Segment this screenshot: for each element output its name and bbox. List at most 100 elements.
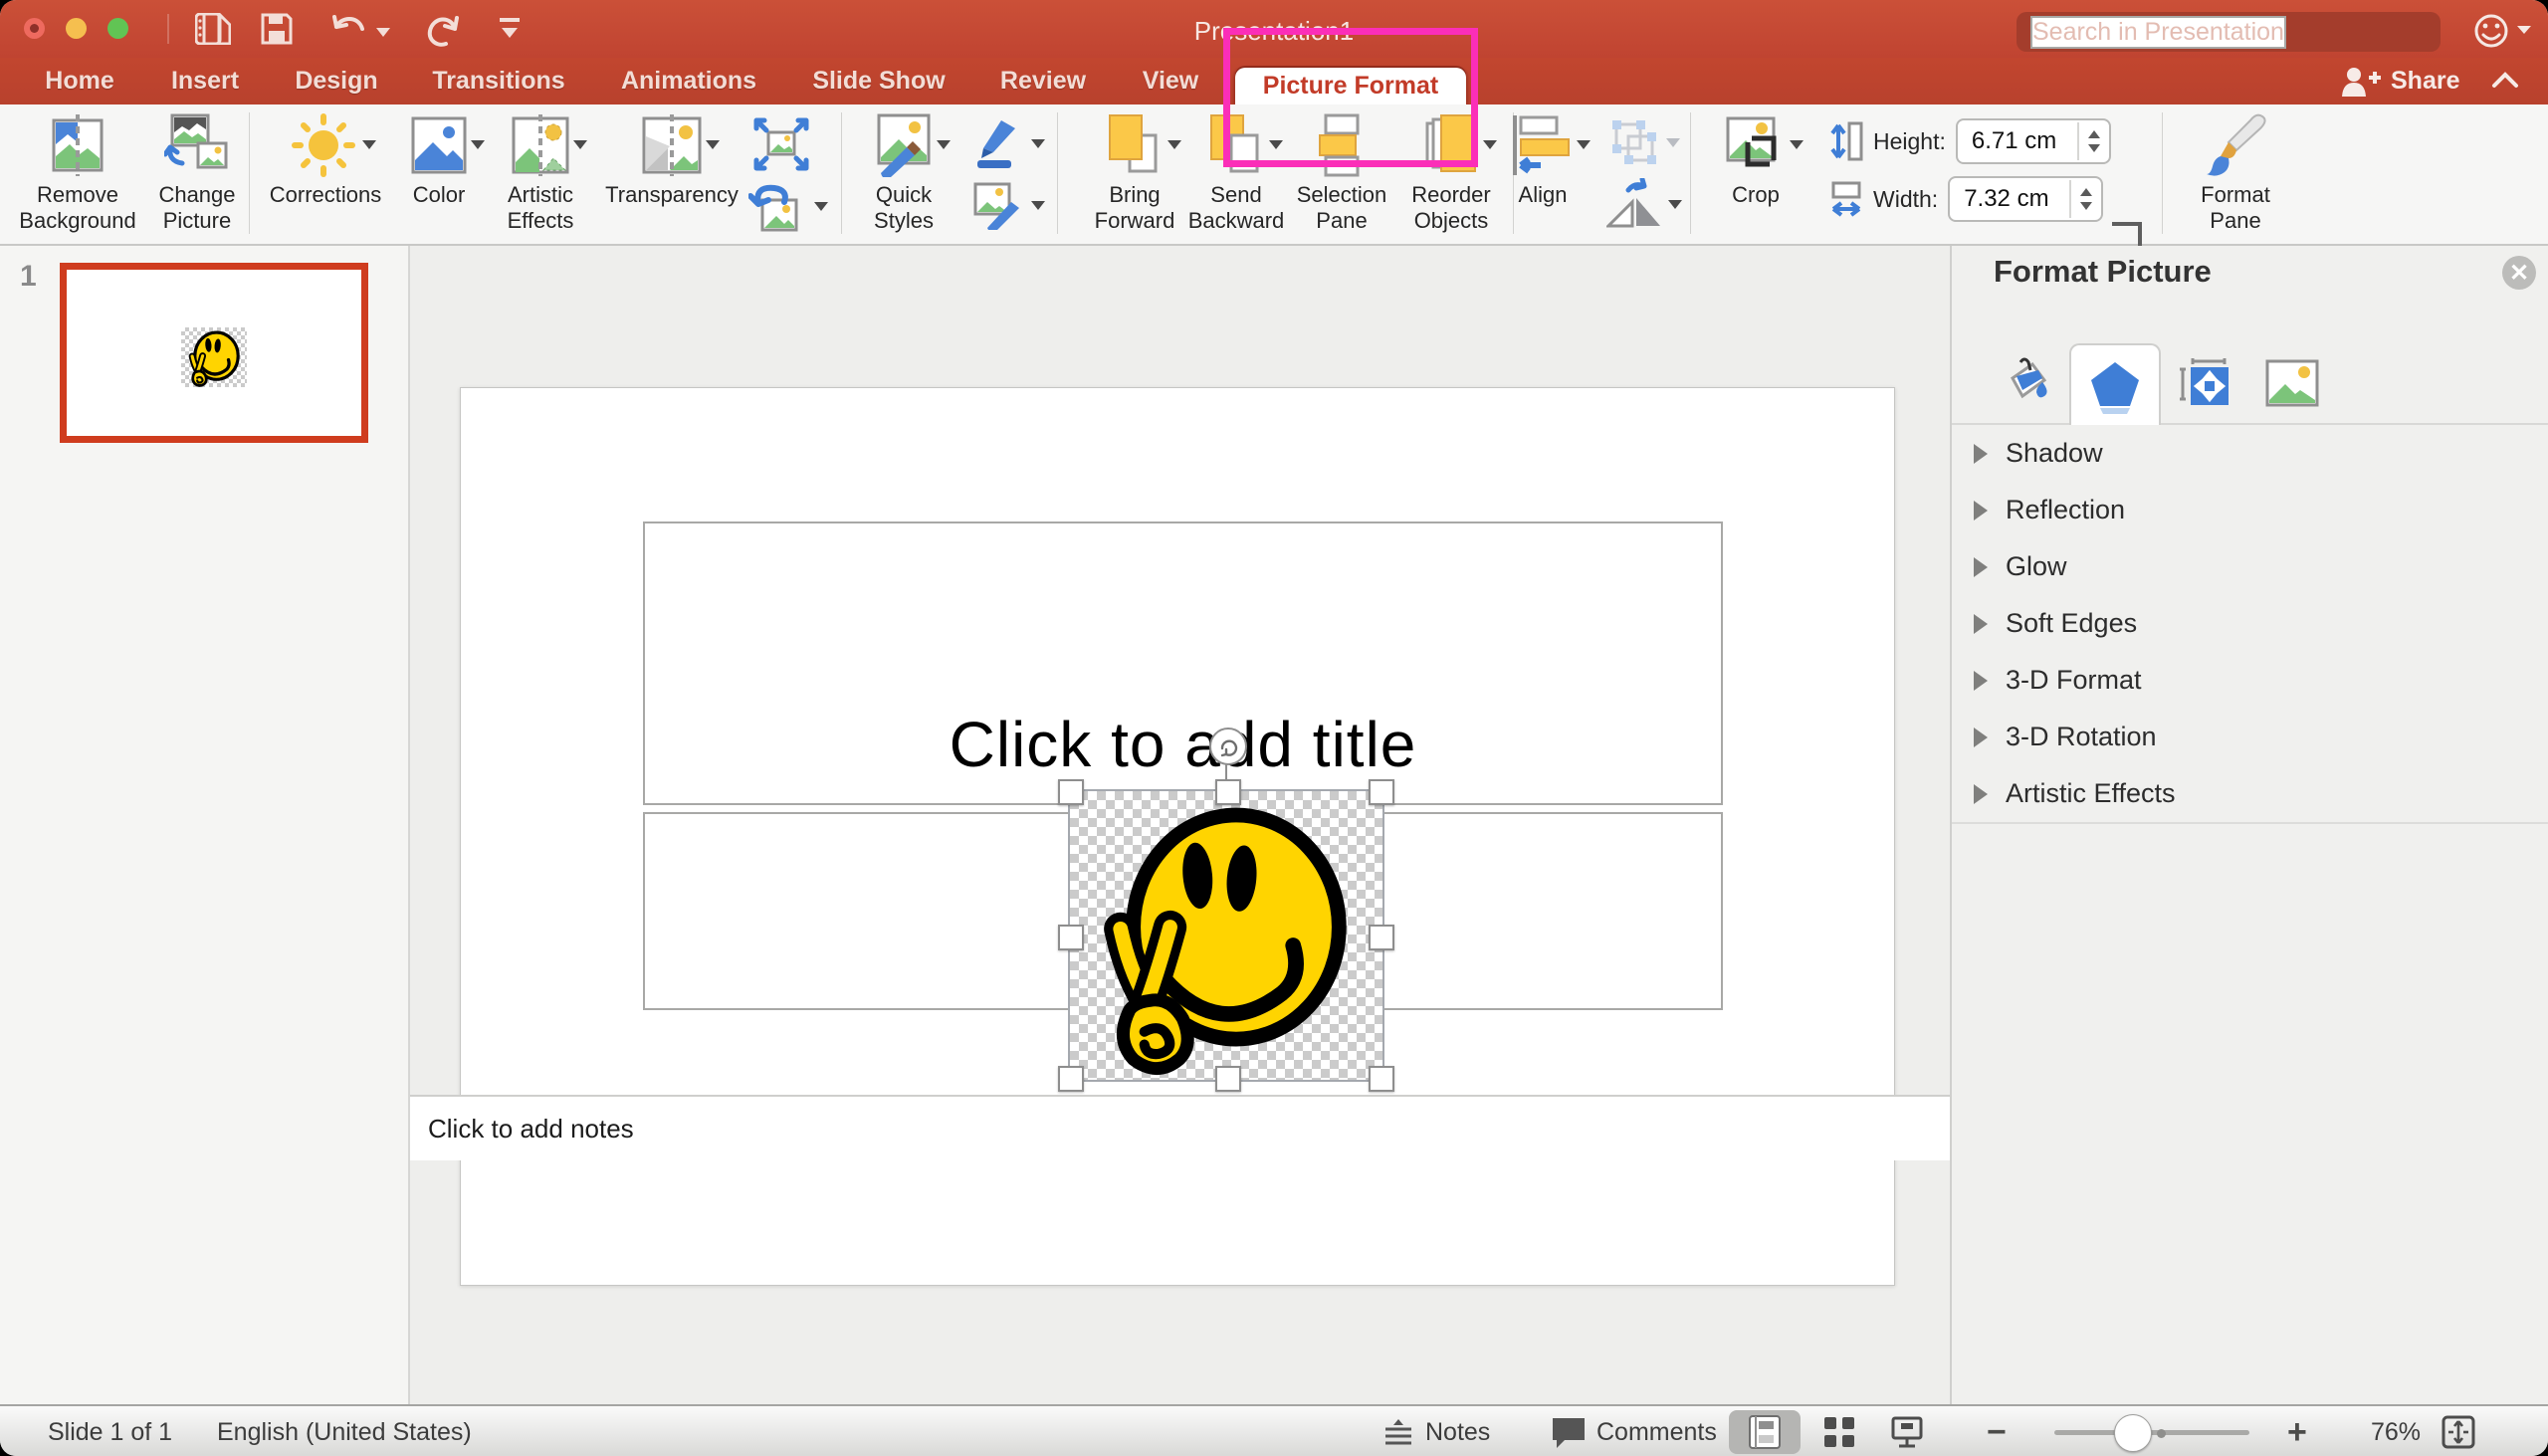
- size-properties-tab[interactable]: [2161, 343, 2248, 423]
- transparency-dropdown-icon[interactable]: [706, 140, 720, 149]
- tab-home[interactable]: Home: [40, 58, 119, 104]
- format-pane-button[interactable]: Format Pane: [2186, 110, 2285, 234]
- width-stepper[interactable]: [2069, 180, 2101, 218]
- width-value[interactable]: 7.32 cm: [1950, 185, 2069, 213]
- notes-toggle-button[interactable]: Notes: [1381, 1406, 1490, 1456]
- corrections-dropdown-icon[interactable]: [362, 140, 376, 149]
- artistic-effects-dropdown-icon[interactable]: [573, 140, 587, 149]
- reset-picture-dropdown-icon[interactable]: [814, 202, 828, 211]
- picture-border-dropdown-icon[interactable]: [1031, 139, 1045, 148]
- artistic-effects-button[interactable]: Artistic Effects: [486, 110, 595, 234]
- rotation-handle[interactable]: [1209, 728, 1247, 765]
- zoom-slider-knob[interactable]: [2114, 1414, 2152, 1452]
- collapse-ribbon-icon[interactable]: [2490, 70, 2520, 97]
- align-dropdown-icon[interactable]: [1577, 140, 1591, 149]
- toggle-sidebar-icon[interactable]: [195, 13, 231, 50]
- undo-dropdown-icon[interactable]: [376, 24, 390, 42]
- picture-border-button[interactable]: [971, 118, 1045, 168]
- language-indicator[interactable]: English (United States): [217, 1406, 472, 1456]
- bring-forward-dropdown-icon[interactable]: [1168, 140, 1181, 149]
- tab-review[interactable]: Review: [999, 58, 1087, 104]
- section-3d-format[interactable]: 3-D Format: [1952, 652, 2548, 711]
- fill-line-tab[interactable]: [1982, 343, 2069, 423]
- section-soft-edges[interactable]: Soft Edges: [1952, 595, 2548, 654]
- resize-handle-nw[interactable]: [1058, 779, 1084, 805]
- picture-tab[interactable]: [2248, 343, 2336, 423]
- corrections-button[interactable]: Corrections: [261, 110, 390, 208]
- quick-styles-button[interactable]: Quick Styles: [846, 110, 961, 234]
- width-field[interactable]: 7.32 cm: [1948, 176, 2103, 222]
- transparency-button[interactable]: Transparency: [599, 110, 744, 208]
- search-field[interactable]: Search in Presentation: [2017, 12, 2441, 52]
- picture-effects-dropdown-icon[interactable]: [1031, 201, 1045, 210]
- save-icon[interactable]: [261, 13, 293, 50]
- toolbar-more-icon[interactable]: [496, 16, 524, 47]
- tab-animations[interactable]: Animations: [613, 58, 764, 104]
- picture-effects-button[interactable]: [971, 180, 1045, 230]
- tab-slide-show[interactable]: Slide Show: [812, 58, 946, 104]
- rotate-objects-dropdown-icon[interactable]: [1668, 200, 1682, 209]
- reorder-objects-button[interactable]: Reorder Objects: [1401, 110, 1501, 234]
- rotate-objects-button[interactable]: [1606, 178, 1682, 230]
- height-field[interactable]: 6.71 cm: [1956, 118, 2111, 164]
- remove-background-button[interactable]: Remove Background: [8, 110, 147, 234]
- zoom-level[interactable]: 76%: [2371, 1406, 2421, 1456]
- maximize-window-button[interactable]: [107, 18, 128, 39]
- section-shadow[interactable]: Shadow: [1952, 425, 2548, 484]
- section-reflection[interactable]: Reflection: [1952, 482, 2548, 540]
- height-value[interactable]: 6.71 cm: [1958, 127, 2077, 155]
- notes-pane[interactable]: Click to add notes: [410, 1095, 1950, 1160]
- resize-handle-se[interactable]: [1369, 1066, 1394, 1092]
- selection-pane-button[interactable]: Selection Pane: [1286, 110, 1397, 234]
- crop-button[interactable]: Crop: [1708, 110, 1804, 208]
- bring-forward-button[interactable]: Bring Forward: [1075, 110, 1194, 234]
- resize-handle-e[interactable]: [1369, 925, 1394, 950]
- slideshow-view-button[interactable]: [1877, 1410, 1937, 1454]
- comments-toggle-button[interactable]: Comments: [1551, 1406, 1717, 1456]
- compress-pictures-button[interactable]: [752, 116, 810, 172]
- resize-handle-w[interactable]: [1058, 925, 1084, 950]
- account-menu[interactable]: [2473, 12, 2533, 50]
- redo-icon[interactable]: [422, 13, 462, 54]
- change-picture-button[interactable]: Change Picture: [147, 110, 247, 234]
- normal-view-button[interactable]: [1729, 1410, 1801, 1454]
- quick-styles-dropdown-icon[interactable]: [937, 140, 951, 149]
- title-placeholder[interactable]: Click to add title: [643, 521, 1723, 805]
- send-backward-dropdown-icon[interactable]: [1269, 140, 1283, 149]
- resize-handle-s[interactable]: [1215, 1066, 1241, 1092]
- tab-insert[interactable]: Insert: [165, 58, 245, 104]
- section-glow[interactable]: Glow: [1952, 538, 2548, 597]
- color-button[interactable]: Color: [396, 110, 482, 208]
- fit-slide-button[interactable]: [2441, 1406, 2476, 1456]
- tab-view[interactable]: View: [1141, 58, 1200, 104]
- selected-picture[interactable]: [1068, 789, 1384, 1082]
- disclosure-icon: [1974, 671, 1988, 691]
- slide-sorter-view-button[interactable]: [1809, 1410, 1869, 1454]
- section-3d-rotation[interactable]: 3-D Rotation: [1952, 709, 2548, 767]
- effects-tab[interactable]: [2069, 343, 2161, 427]
- resize-handle-n[interactable]: [1215, 779, 1241, 805]
- undo-icon[interactable]: [330, 13, 370, 52]
- color-dropdown-icon[interactable]: [471, 140, 485, 149]
- format-pane-icon: [2203, 110, 2268, 180]
- zoom-in-button[interactable]: +: [2287, 1406, 2307, 1456]
- panel-close-button[interactable]: ✕: [2502, 256, 2536, 290]
- reset-picture-button[interactable]: [748, 178, 828, 234]
- zoom-slider-track[interactable]: [2054, 1430, 2249, 1435]
- align-button[interactable]: Align: [1491, 110, 1594, 208]
- share-button[interactable]: Share: [2341, 58, 2459, 104]
- close-window-button[interactable]: [24, 18, 45, 39]
- tab-picture-format[interactable]: Picture Format: [1235, 68, 1466, 104]
- slide-thumbnail[interactable]: [60, 263, 368, 443]
- tab-design[interactable]: Design: [295, 58, 378, 104]
- minimize-window-button[interactable]: [66, 18, 87, 39]
- crop-dropdown-icon[interactable]: [1790, 140, 1804, 149]
- zoom-out-button[interactable]: −: [1987, 1406, 2007, 1456]
- tab-transitions[interactable]: Transitions: [428, 58, 569, 104]
- section-artistic-effects[interactable]: Artistic Effects: [1952, 765, 2548, 824]
- height-stepper[interactable]: [2077, 122, 2109, 160]
- resize-handle-sw[interactable]: [1058, 1066, 1084, 1092]
- resize-handle-ne[interactable]: [1369, 779, 1394, 805]
- ribbon-divider: [1057, 112, 1058, 234]
- send-backward-button[interactable]: Send Backward: [1180, 110, 1292, 234]
